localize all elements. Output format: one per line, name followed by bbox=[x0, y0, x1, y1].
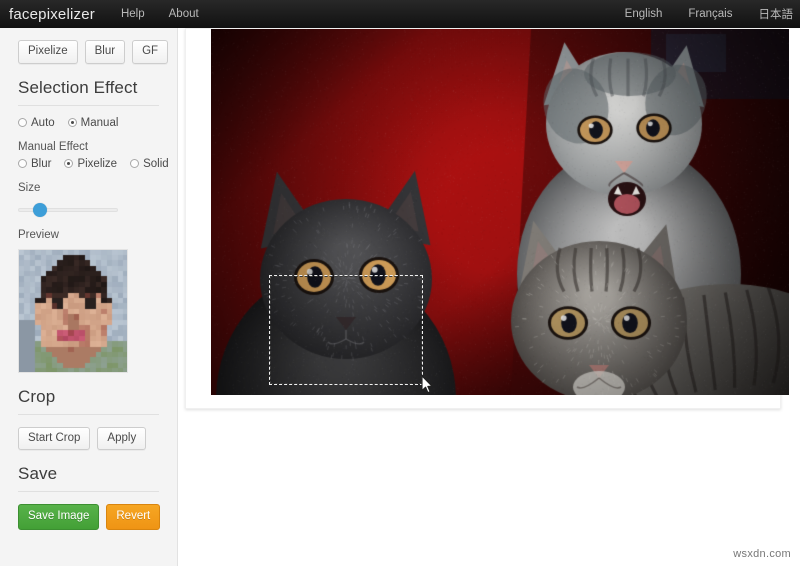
save-image-button[interactable]: Save Image bbox=[18, 504, 99, 530]
radio-effect-pixelize-label: Pixelize bbox=[77, 158, 117, 170]
radio-manual[interactable]: Manual bbox=[68, 117, 119, 129]
effect-preview-thumbnail bbox=[18, 249, 128, 373]
radio-manual-label: Manual bbox=[81, 117, 119, 129]
crop-button-row: Start Crop Apply bbox=[18, 415, 159, 451]
radio-auto-label: Auto bbox=[31, 117, 55, 129]
selection-rectangle[interactable] bbox=[269, 275, 423, 385]
radio-effect-solid-dot bbox=[130, 159, 139, 168]
manual-effect-radio-group: Blur Pixelize Solid bbox=[18, 158, 159, 170]
sidebar-panel: Pixelize Blur GF Selection Effect Auto M… bbox=[0, 28, 178, 566]
radio-effect-blur-label: Blur bbox=[31, 158, 51, 170]
size-label: Size bbox=[18, 182, 159, 194]
tool-pixelize-button[interactable]: Pixelize bbox=[18, 40, 78, 64]
save-button-row: Save Image Revert bbox=[18, 492, 159, 530]
crop-heading: Crop bbox=[18, 387, 159, 415]
selection-mode-radio-group: Auto Manual bbox=[18, 117, 159, 129]
site-watermark: wsxdn.com bbox=[733, 548, 791, 560]
top-navigation-bar: facepixelizer Help About English Françai… bbox=[0, 0, 800, 28]
lang-english[interactable]: English bbox=[625, 8, 663, 20]
lang-francais[interactable]: Français bbox=[688, 8, 732, 20]
radio-effect-pixelize[interactable]: Pixelize bbox=[64, 158, 117, 170]
image-editor-canvas-area[interactable] bbox=[211, 29, 789, 395]
tool-gf-button[interactable]: GF bbox=[132, 40, 168, 64]
radio-effect-blur[interactable]: Blur bbox=[18, 158, 51, 170]
radio-effect-pixelize-dot bbox=[64, 159, 73, 168]
apply-crop-button[interactable]: Apply bbox=[97, 427, 146, 451]
radio-manual-dot bbox=[68, 118, 77, 127]
preview-canvas bbox=[19, 250, 128, 373]
size-slider-thumb[interactable] bbox=[33, 203, 47, 217]
nav-item-about[interactable]: About bbox=[169, 8, 199, 20]
radio-effect-solid[interactable]: Solid bbox=[130, 158, 169, 170]
tool-blur-button[interactable]: Blur bbox=[85, 40, 125, 64]
start-crop-button[interactable]: Start Crop bbox=[18, 427, 90, 451]
radio-effect-blur-dot bbox=[18, 159, 27, 168]
manual-effect-label: Manual Effect bbox=[18, 141, 159, 153]
nav-item-help[interactable]: Help bbox=[121, 8, 145, 20]
size-slider[interactable] bbox=[18, 203, 118, 217]
brand-logo[interactable]: facepixelizer bbox=[9, 6, 95, 23]
radio-auto[interactable]: Auto bbox=[18, 117, 55, 129]
lang-japanese[interactable]: 日本語 bbox=[759, 6, 794, 22]
main-workspace bbox=[178, 28, 800, 566]
revert-button[interactable]: Revert bbox=[106, 504, 160, 530]
radio-auto-dot bbox=[18, 118, 27, 127]
radio-effect-solid-label: Solid bbox=[143, 158, 169, 170]
language-switcher: English Français 日本語 bbox=[599, 6, 800, 22]
selection-effect-heading: Selection Effect bbox=[18, 78, 159, 106]
preview-label: Preview bbox=[18, 229, 159, 241]
save-heading: Save bbox=[18, 464, 159, 492]
image-card bbox=[185, 28, 781, 409]
tool-button-row: Pixelize Blur GF bbox=[18, 28, 159, 64]
